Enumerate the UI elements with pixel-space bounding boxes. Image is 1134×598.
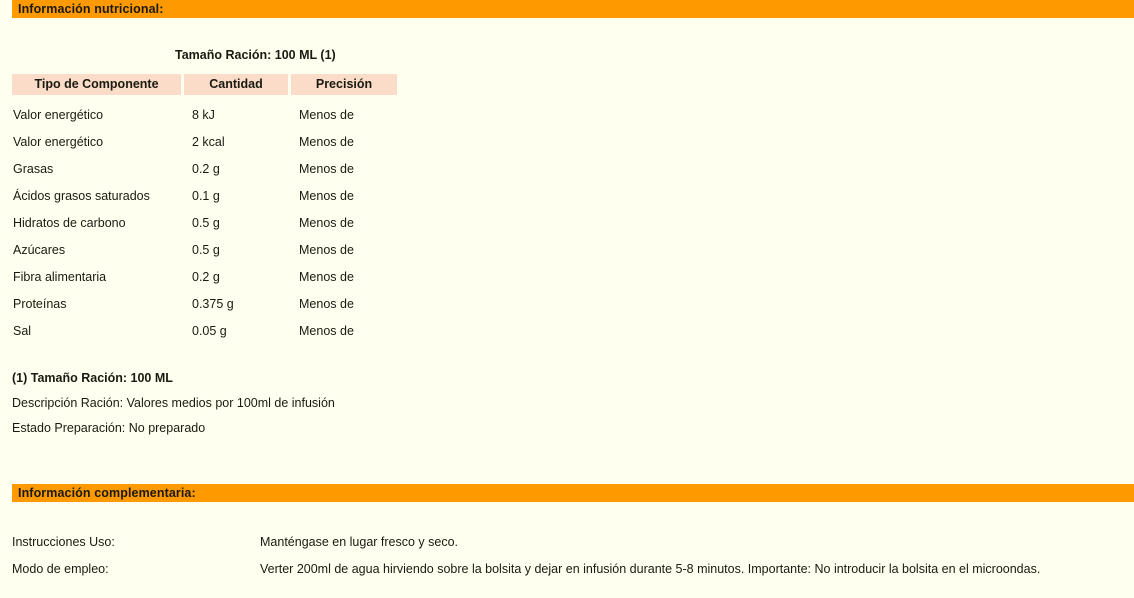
cell-precision: Menos de — [299, 215, 354, 230]
cell-precision: Menos de — [299, 107, 354, 122]
footnote-serving-size: (1) Tamaño Ración: 100 ML — [12, 371, 173, 385]
section-banner-nutritional: Información nutricional: — [12, 0, 1134, 18]
cell-precision: Menos de — [299, 323, 354, 338]
cell-component: Ácidos grasos saturados — [13, 188, 150, 203]
table-header-row: Tipo de Componente Cantidad Precisión — [12, 74, 397, 95]
nutrition-table-head: Tipo de Componente Cantidad Precisión — [12, 74, 397, 95]
complementary-row-method-of-use: Modo de empleo: Verter 200ml de agua hir… — [12, 562, 1134, 589]
table-row: Azúcares 0.5 g Menos de — [12, 236, 397, 263]
cell-component: Sal — [13, 323, 32, 338]
cell-amount: 2 kcal — [192, 134, 225, 149]
table-row: Fibra alimentaria 0.2 g Menos de — [12, 263, 397, 290]
cell-precision: Menos de — [299, 134, 354, 149]
cell-amount: 0.2 g — [192, 161, 220, 176]
table-row: Grasas 0.2 g Menos de — [12, 155, 397, 182]
cell-component: Proteínas — [13, 296, 67, 311]
complementary-label: Instrucciones Uso: — [12, 535, 115, 549]
table-row: Proteínas 0.375 g Menos de — [12, 290, 397, 317]
cell-component: Hidratos de carbono — [13, 215, 126, 230]
cell-precision: Menos de — [299, 161, 354, 176]
cell-precision: Menos de — [299, 188, 354, 203]
complementary-value: Verter 200ml de agua hirviendo sobre la … — [260, 562, 1041, 576]
complementary-value: Manténgase en lugar fresco y seco. — [260, 535, 459, 549]
nutrition-table-body: Valor energético 8 kJ Menos de Valor ene… — [12, 95, 397, 344]
cell-component: Valor energético — [13, 134, 104, 149]
nutrition-footnotes: (1) Tamaño Ración: 100 ML Descripción Ra… — [12, 366, 335, 441]
footnote-preparation-state: Estado Preparación: No preparado — [12, 421, 206, 435]
cell-amount: 0.1 g — [192, 188, 220, 203]
cell-component: Fibra alimentaria — [13, 269, 107, 284]
serving-size-caption: Tamaño Ración: 100 ML (1) — [175, 48, 336, 62]
cell-component: Azúcares — [13, 242, 66, 257]
column-header-component: Tipo de Componente — [12, 74, 181, 95]
cell-component: Grasas — [13, 161, 54, 176]
complementary-info-list: Instrucciones Uso: Manténgase en lugar f… — [12, 535, 1134, 589]
cell-precision: Menos de — [299, 269, 354, 284]
table-row: Sal 0.05 g Menos de — [12, 317, 397, 344]
cell-amount: 0.05 g — [192, 323, 227, 338]
table-row: Valor energético 8 kJ Menos de — [12, 95, 397, 128]
column-header-amount: Cantidad — [184, 74, 288, 95]
footnote-serving-description: Descripción Ración: Valores medios por 1… — [12, 396, 335, 410]
table-row: Hidratos de carbono 0.5 g Menos de — [12, 209, 397, 236]
cell-amount: 0.5 g — [192, 242, 220, 257]
cell-amount: 8 kJ — [192, 107, 215, 122]
nutrition-table: Tipo de Componente Cantidad Precisión Va… — [12, 74, 397, 344]
complementary-row-usage-instructions: Instrucciones Uso: Manténgase en lugar f… — [12, 535, 1134, 562]
cell-amount: 0.375 g — [192, 296, 234, 311]
nutrition-info-page: Información nutricional: Tamaño Ración: … — [0, 0, 1134, 598]
section-banner-complementary-label: Información complementaria: — [18, 486, 196, 500]
cell-precision: Menos de — [299, 242, 354, 257]
complementary-label: Modo de empleo: — [12, 562, 109, 576]
section-banner-complementary: Información complementaria: — [12, 484, 1134, 502]
cell-amount: 0.5 g — [192, 215, 220, 230]
column-header-precision: Precisión — [291, 74, 397, 95]
cell-component: Valor energético — [13, 107, 104, 122]
cell-precision: Menos de — [299, 296, 354, 311]
section-banner-nutritional-label: Información nutricional: — [18, 2, 164, 16]
table-row: Ácidos grasos saturados 0.1 g Menos de — [12, 182, 397, 209]
table-row: Valor energético 2 kcal Menos de — [12, 128, 397, 155]
cell-amount: 0.2 g — [192, 269, 220, 284]
